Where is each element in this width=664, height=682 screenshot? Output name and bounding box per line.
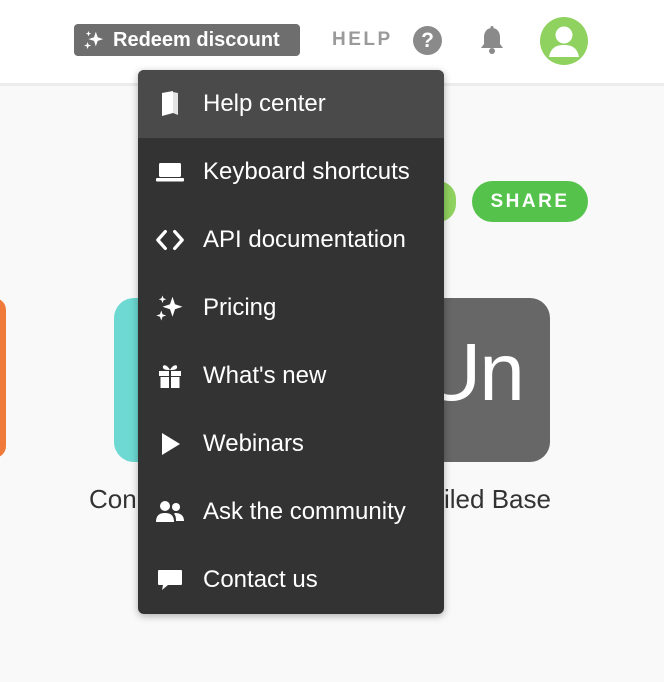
laptop-icon	[155, 157, 185, 187]
menu-item-label: Ask the community	[203, 498, 406, 525]
menu-item-label: Webinars	[203, 430, 304, 457]
menu-item-api-documentation[interactable]: API documentation	[138, 206, 444, 274]
question-icon[interactable]: ?	[413, 26, 442, 55]
book-icon	[155, 89, 185, 119]
menu-item-help-center[interactable]: Help center	[138, 70, 444, 138]
app-tile-orange[interactable]	[0, 298, 6, 458]
menu-item-webinars[interactable]: Webinars	[138, 410, 444, 478]
menu-item-label: Keyboard shortcuts	[203, 158, 410, 185]
user-avatar[interactable]	[540, 17, 588, 65]
menu-item-label: API documentation	[203, 226, 406, 253]
menu-item-pricing[interactable]: Pricing	[138, 274, 444, 342]
chat-icon	[155, 565, 185, 595]
sparkles-icon	[155, 293, 185, 323]
gift-icon	[155, 361, 185, 391]
help-dropdown-menu: Help center Keyboard shortcuts API docum…	[138, 70, 444, 614]
menu-item-contact-us[interactable]: Contact us	[138, 546, 444, 614]
users-icon	[155, 497, 185, 527]
sparkles-icon	[83, 30, 104, 50]
share-button[interactable]: SHARE	[472, 181, 588, 222]
menu-item-label: Pricing	[203, 294, 277, 321]
app-label-left: Con	[89, 484, 137, 514]
menu-item-keyboard-shortcuts[interactable]: Keyboard shortcuts	[138, 138, 444, 206]
redeem-discount-label: Redeem discount	[113, 28, 280, 51]
help-link[interactable]: HELP	[332, 29, 393, 51]
redeem-discount-button[interactable]: Redeem discount	[74, 24, 300, 56]
menu-item-label: Help center	[203, 90, 326, 117]
user-icon	[549, 26, 579, 57]
play-icon	[155, 429, 185, 459]
menu-item-label: Contact us	[203, 566, 318, 593]
menu-item-ask-the-community[interactable]: Ask the community	[138, 478, 444, 546]
code-icon	[155, 225, 185, 255]
menu-item-label: What's new	[203, 362, 327, 389]
bell-icon[interactable]	[478, 25, 506, 55]
app-label-right: iled Base	[444, 484, 551, 514]
menu-item-whats-new[interactable]: What's new	[138, 342, 444, 410]
